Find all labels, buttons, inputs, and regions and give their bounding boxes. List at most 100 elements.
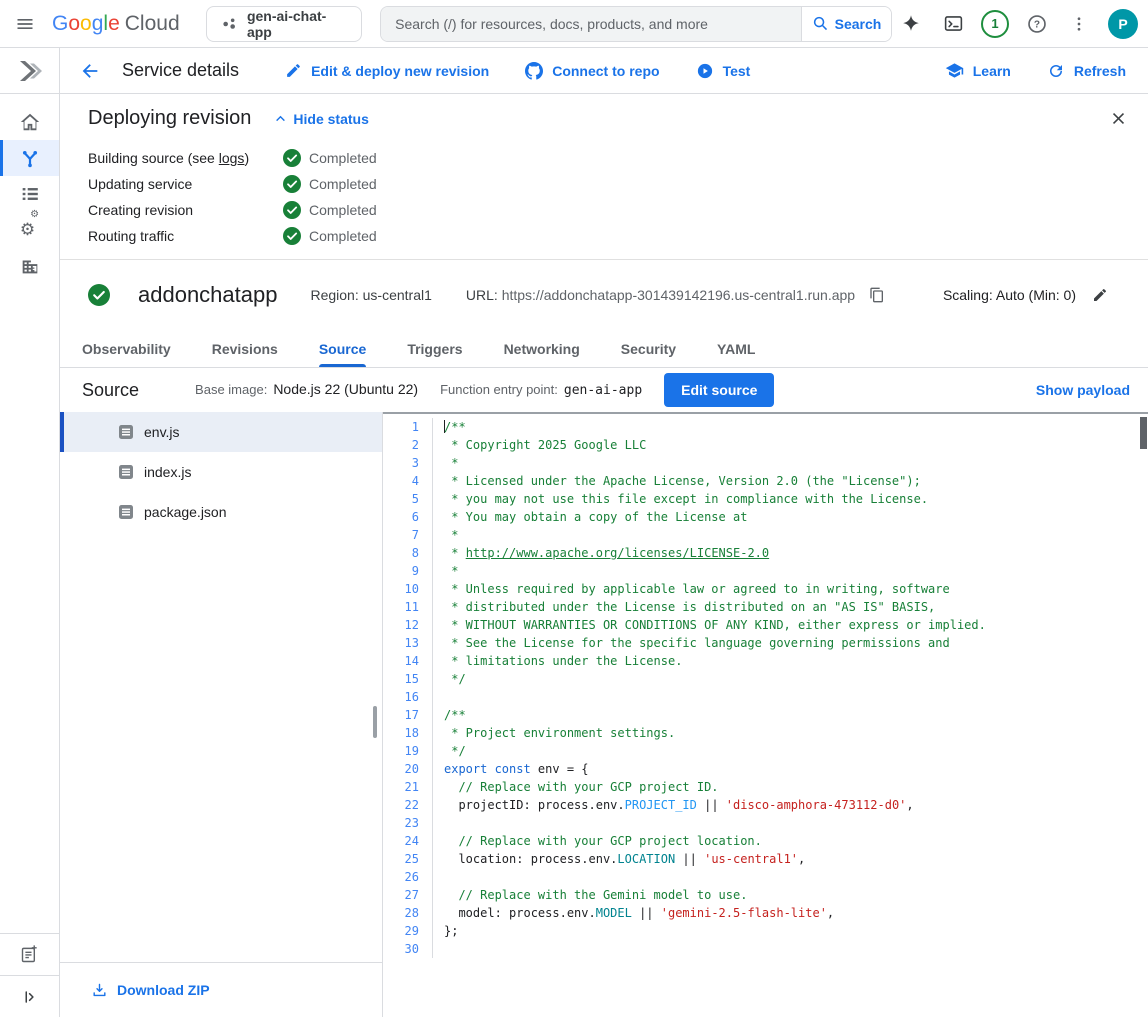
code-line: [444, 940, 1148, 958]
file-name: package.json: [144, 504, 227, 520]
hamburger-menu-button[interactable]: [6, 5, 44, 43]
search-icon: [812, 15, 829, 32]
show-payload-link[interactable]: Show payload: [1036, 382, 1130, 398]
code-line: * See the License for the specific langu…: [444, 634, 1148, 652]
home-icon: [19, 111, 41, 133]
line-number: 10: [383, 580, 419, 598]
logs-link[interactable]: logs: [219, 150, 245, 166]
edit-scaling-button[interactable]: [1092, 287, 1108, 303]
collapse-panel-button[interactable]: [0, 975, 59, 1017]
status-value: Completed: [283, 149, 377, 167]
close-status-button[interactable]: [1104, 104, 1132, 132]
service-url-value[interactable]: https://addonchatapp-301439142196.us-cen…: [502, 287, 855, 303]
edit-deploy-button[interactable]: Edit & deploy new revision: [285, 62, 489, 79]
sidebar-item-integrations[interactable]: ⚙⚙: [0, 212, 59, 248]
sidebar-item-list[interactable]: [0, 176, 59, 212]
code-line: /**: [444, 706, 1148, 724]
avatar[interactable]: P: [1108, 9, 1138, 39]
release-notes-button[interactable]: [0, 933, 59, 975]
left-nav-sidebar: ⚙⚙: [0, 94, 60, 1017]
status-step-label: Routing traffic: [88, 228, 283, 244]
learn-label: Learn: [973, 63, 1011, 79]
cloud-shell-button[interactable]: [934, 5, 972, 43]
logo-cloud-text: Cloud: [125, 12, 180, 36]
google-cloud-logo[interactable]: GoogleCloud: [52, 12, 180, 36]
search-input[interactable]: [381, 7, 801, 41]
back-button[interactable]: [72, 53, 108, 89]
project-selector[interactable]: gen-ai-chat-app: [206, 6, 362, 42]
edit-source-button[interactable]: Edit source: [664, 373, 774, 407]
tab-security[interactable]: Security: [621, 330, 676, 367]
editor-scrollbar[interactable]: [1140, 417, 1147, 449]
line-number: 5: [383, 490, 419, 508]
tab-observability[interactable]: Observability: [82, 330, 171, 367]
play-icon: [696, 62, 714, 80]
organization-icon: [19, 255, 41, 277]
completed-check-icon: [283, 175, 301, 193]
file-package.json[interactable]: package.json: [60, 492, 382, 532]
code-line: * WITHOUT WARRANTIES OR CONDITIONS OF AN…: [444, 616, 1148, 634]
line-number: 15: [383, 670, 419, 688]
overflow-menu-button[interactable]: [1060, 5, 1098, 43]
file-icon: [118, 424, 134, 440]
hide-status-label: Hide status: [293, 111, 368, 127]
release-notes-icon: [19, 944, 40, 965]
sidebar-item-run-services[interactable]: [0, 140, 59, 176]
notifications-button[interactable]: 1: [976, 5, 1014, 43]
run-services-icon: [19, 147, 41, 169]
line-number: 11: [383, 598, 419, 616]
line-number: 8: [383, 544, 419, 562]
tab-triggers[interactable]: Triggers: [407, 330, 462, 367]
main-row: ⚙⚙ Deploying revision Hide status: [0, 94, 1148, 1017]
learn-button[interactable]: Learn: [945, 61, 1011, 80]
status-row: Routing traffic Completed: [88, 223, 1148, 249]
line-number: 18: [383, 724, 419, 742]
tab-yaml[interactable]: YAML: [717, 330, 755, 367]
connect-repo-button[interactable]: Connect to repo: [525, 62, 659, 80]
sidebar-item-home[interactable]: [0, 104, 59, 140]
line-number: 1: [383, 418, 419, 436]
search-bar: Search: [380, 6, 892, 42]
line-number: 26: [383, 868, 419, 886]
service-ok-icon: [88, 284, 110, 306]
line-number: 2: [383, 436, 419, 454]
hide-status-button[interactable]: Hide status: [273, 111, 368, 127]
code-line: // Replace with your GCP project ID.: [444, 778, 1148, 796]
refresh-label: Refresh: [1074, 63, 1126, 79]
tab-source[interactable]: Source: [319, 330, 366, 367]
three-dots-icon: [1070, 15, 1088, 33]
refresh-button[interactable]: Refresh: [1047, 62, 1126, 80]
terminal-icon: [943, 13, 964, 34]
source-heading: Source: [82, 380, 139, 401]
code-line: * You may obtain a copy of the License a…: [444, 508, 1148, 526]
list-icon: [19, 183, 41, 205]
download-zip-button[interactable]: Download ZIP: [60, 962, 382, 1017]
file-panel-scrollbar[interactable]: [373, 706, 377, 738]
download-zip-label: Download ZIP: [117, 982, 210, 998]
code-line: * Licensed under the Apache License, Ver…: [444, 472, 1148, 490]
code-line: location: process.env.LOCATION || 'us-ce…: [444, 850, 1148, 868]
hamburger-icon: [15, 14, 35, 34]
file-name: env.js: [144, 424, 180, 440]
service-scaling: Scaling: Auto (Min: 0): [943, 287, 1076, 303]
test-button[interactable]: Test: [696, 62, 751, 80]
tab-networking[interactable]: Networking: [504, 330, 580, 367]
file-env.js[interactable]: env.js: [60, 412, 382, 452]
file-index.js[interactable]: index.js: [60, 452, 382, 492]
code-editor[interactable]: 1234567891011121314151617181920212223242…: [383, 412, 1148, 1017]
search-button[interactable]: Search: [801, 7, 891, 41]
learn-icon: [945, 61, 964, 80]
github-icon: [525, 62, 543, 80]
line-number: 12: [383, 616, 419, 634]
code-lines: /** * Copyright 2025 Google LLC * * Lice…: [433, 418, 1148, 1017]
help-button[interactable]: ?: [1018, 5, 1056, 43]
cloud-run-logo: [0, 48, 60, 93]
gemini-assistant-button[interactable]: [892, 5, 930, 43]
status-text: Completed: [309, 228, 377, 244]
line-number: 7: [383, 526, 419, 544]
copy-url-button[interactable]: [869, 286, 885, 304]
status-panel-title: Deploying revision: [88, 107, 251, 130]
tab-revisions[interactable]: Revisions: [212, 330, 278, 367]
sidebar-item-organization[interactable]: [0, 248, 59, 284]
toolbar-right-actions: Learn Refresh: [945, 61, 1148, 80]
